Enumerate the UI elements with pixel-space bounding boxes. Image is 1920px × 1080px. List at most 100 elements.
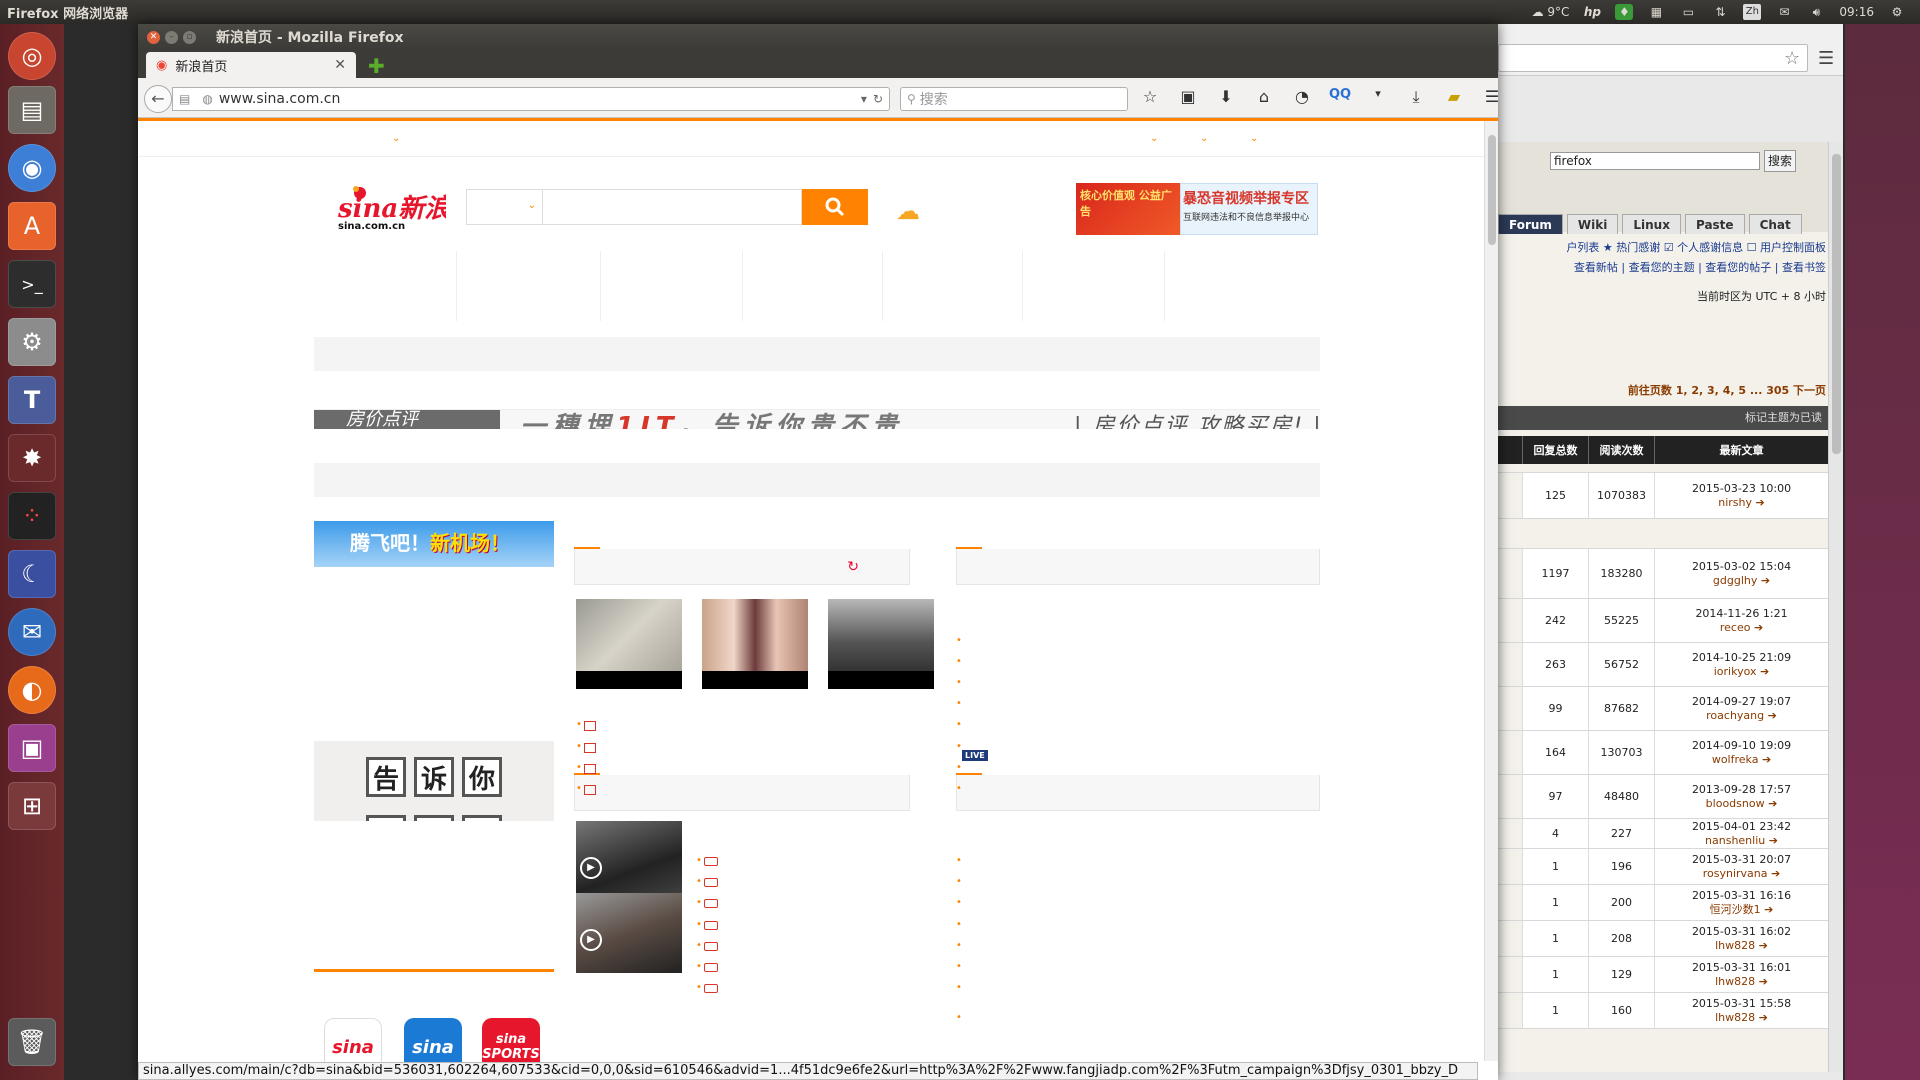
firefox-icon[interactable]: ◐ bbox=[8, 666, 56, 714]
weather-cloud-icon[interactable]: ☁ bbox=[896, 197, 920, 225]
maximize-window-icon[interactable]: ▫ bbox=[183, 30, 196, 44]
tab-paste[interactable]: Paste bbox=[1684, 214, 1745, 234]
goto-post-icon[interactable]: ➔ bbox=[1768, 709, 1777, 722]
close-window-icon[interactable]: ✕ bbox=[147, 30, 160, 44]
tab-linux[interactable]: Linux bbox=[1622, 214, 1681, 234]
photo-icon[interactable] bbox=[584, 764, 596, 774]
scrollbar-thumb[interactable] bbox=[1832, 154, 1841, 454]
update-icon[interactable]: ♦ bbox=[1615, 4, 1634, 20]
text-editor-icon[interactable]: T bbox=[8, 376, 56, 424]
goto-post-icon[interactable]: ➔ bbox=[1759, 975, 1768, 988]
video-icon[interactable] bbox=[704, 878, 718, 887]
power-gear-icon[interactable]: ⚙ bbox=[1888, 4, 1906, 20]
table-row[interactable]: 1 196 2015-03-31 20:07 rosynirvana ➔ bbox=[1498, 849, 1828, 885]
table-row[interactable]: 1 160 2015-03-31 15:58 lhw828 ➔ bbox=[1498, 993, 1828, 1029]
sina-logo[interactable]: sina新浪网 sina.com.cn bbox=[334, 183, 446, 233]
tab-wiki[interactable]: Wiki bbox=[1566, 214, 1619, 234]
latest-post-author[interactable]: gdgglhy ➔ bbox=[1713, 574, 1770, 588]
table-row[interactable]: 99 87682 2014-09-27 19:07 roachyang ➔ bbox=[1498, 687, 1828, 731]
latest-post-author[interactable]: lhw828 ➔ bbox=[1715, 975, 1768, 989]
chat-icon[interactable]: ◔ bbox=[1290, 87, 1314, 107]
background-browser-window[interactable]: ☆ ☰ firefox 搜索 Forum Wiki Linux Paste Ch… bbox=[1498, 24, 1843, 1080]
volume-icon[interactable]: 🔊︎ bbox=[1807, 4, 1825, 20]
video-thumb[interactable]: ▶ bbox=[576, 821, 682, 901]
qq-icon[interactable]: QQ bbox=[1328, 87, 1352, 107]
search-type-select[interactable]: ⌄ bbox=[466, 189, 542, 225]
video-icon[interactable] bbox=[704, 942, 718, 951]
tab-forum[interactable]: Forum bbox=[1498, 214, 1563, 234]
page-scrollbar[interactable] bbox=[1484, 121, 1498, 1061]
forum-links-line1[interactable]: 户列表 ★ 热门感谢 ☑ 个人感谢信息 ☐ 用户控制面板 bbox=[1498, 238, 1826, 258]
latest-post-author[interactable]: nanshenliu ➔ bbox=[1705, 834, 1778, 848]
goto-post-icon[interactable]: ➔ bbox=[1771, 867, 1780, 880]
url-bar[interactable]: ▤ ◍ www.sina.com.cn ▾ ↻ bbox=[172, 87, 890, 111]
table-row[interactable]: 164 130703 2014-09-10 19:09 wolfreka ➔ bbox=[1498, 731, 1828, 775]
photo-icon[interactable] bbox=[584, 721, 596, 731]
latest-post-author[interactable]: rosynirvana ➔ bbox=[1703, 867, 1780, 881]
table-row[interactable]: 1 200 2015-03-31 16:16 恒河沙数1 ➔ bbox=[1498, 885, 1828, 921]
goto-post-icon[interactable]: ➔ bbox=[1761, 574, 1770, 587]
news-photo-thumb[interactable] bbox=[702, 599, 808, 689]
addon-icon[interactable]: ▰ bbox=[1442, 87, 1466, 107]
bookmark-list-icon[interactable]: ▤ bbox=[179, 92, 190, 106]
latest-post-author[interactable]: bloodsnow ➔ bbox=[1706, 797, 1778, 811]
files-icon[interactable]: ▤ bbox=[8, 86, 56, 134]
input-method-indicator[interactable]: Zh bbox=[1743, 4, 1762, 20]
background-url-bar[interactable] bbox=[1498, 44, 1808, 72]
latest-post-author[interactable]: lhw828 ➔ bbox=[1715, 939, 1768, 953]
goto-post-icon[interactable]: ➔ bbox=[1764, 903, 1773, 916]
news-photo-thumb[interactable] bbox=[576, 599, 682, 689]
system-settings-icon[interactable]: ⚙ bbox=[8, 318, 56, 366]
goto-post-icon[interactable]: ➔ bbox=[1769, 834, 1778, 847]
window-titlebar[interactable]: ✕ – ▫ 新浪首页 - Mozilla Firefox bbox=[138, 24, 1498, 50]
goto-post-icon[interactable]: ➔ bbox=[1762, 753, 1771, 766]
table-row[interactable]: 1197 183280 2015-03-02 15:04 gdgglhy ➔ bbox=[1498, 549, 1828, 599]
reload-icon[interactable]: ↻ bbox=[873, 92, 883, 106]
hp-icon[interactable]: hp bbox=[1583, 4, 1601, 20]
workspace-switcher-icon[interactable]: ⊞ bbox=[8, 782, 56, 830]
scrollbar-thumb[interactable] bbox=[1488, 135, 1496, 245]
table-row[interactable]: 242 55225 2014-11-26 1:21 receo ➔ bbox=[1498, 599, 1828, 643]
video-icon[interactable] bbox=[704, 984, 718, 993]
bookmark-star-icon[interactable]: ☆ bbox=[1138, 87, 1162, 107]
network-tool-icon[interactable]: ✸ bbox=[8, 434, 56, 482]
latest-post-author[interactable]: lhw828 ➔ bbox=[1715, 1011, 1768, 1025]
chevron-down-icon[interactable]: ⌄ bbox=[1250, 133, 1258, 144]
download-icon[interactable]: ⬇ bbox=[1214, 87, 1238, 107]
chevron-down-icon[interactable]: ⌄ bbox=[1200, 133, 1208, 144]
goto-post-icon[interactable]: ➔ bbox=[1759, 939, 1768, 952]
background-scrollbar[interactable] bbox=[1828, 142, 1843, 1072]
table-row[interactable]: 97 48480 2013-09-28 17:57 bloodsnow ➔ bbox=[1498, 775, 1828, 819]
mail-icon[interactable]: ✉ bbox=[1775, 4, 1793, 20]
clock[interactable]: 09:16 bbox=[1839, 5, 1874, 19]
save-icon[interactable]: ⤓ bbox=[1404, 87, 1428, 107]
close-tab-icon[interactable]: ✕ bbox=[334, 57, 346, 73]
goto-post-icon[interactable]: ➔ bbox=[1754, 621, 1763, 634]
new-airport-ad[interactable]: 腾飞吧！新机场！ bbox=[314, 521, 554, 567]
url-text[interactable]: www.sina.com.cn bbox=[219, 91, 861, 107]
dots-app-icon[interactable]: ⁘ bbox=[8, 492, 56, 540]
tell-you-ad[interactable]: 告 诉 你 bbox=[314, 741, 554, 821]
latest-post-author[interactable]: roachyang ➔ bbox=[1706, 709, 1777, 723]
purple-app-icon[interactable]: ▣ bbox=[8, 724, 56, 772]
tab-sina[interactable]: ◉ 新浪首页 ✕ bbox=[146, 52, 356, 78]
reading-list-icon[interactable]: ▣ bbox=[1176, 87, 1200, 107]
refresh-icon[interactable]: ↻ bbox=[847, 559, 859, 575]
sina-search-input[interactable] bbox=[542, 189, 802, 225]
table-row[interactable]: 1 208 2015-03-31 16:02 lhw828 ➔ bbox=[1498, 921, 1828, 957]
sina-search-button[interactable] bbox=[802, 189, 868, 225]
goto-post-icon[interactable]: ➔ bbox=[1768, 797, 1777, 810]
thunderbird-icon[interactable]: ✉ bbox=[8, 608, 56, 656]
chromium-icon[interactable]: ◉ bbox=[8, 144, 56, 192]
video-thumb[interactable]: ▶ bbox=[576, 893, 682, 973]
forum-search-input[interactable]: firefox bbox=[1550, 152, 1760, 170]
forum-links-line2[interactable]: 查看新帖 | 查看您的主题 | 查看您的帖子 | 查看书签 bbox=[1498, 258, 1826, 278]
goto-post-icon[interactable]: ➔ bbox=[1759, 1011, 1768, 1024]
software-center-icon[interactable]: A bbox=[8, 202, 56, 250]
house-price-banner-ad[interactable]: 房价点评 一穗埋1IT。告诉你贵不贵 | 房价点评 攻略买房! | bbox=[314, 409, 1320, 429]
news-photo-thumb[interactable] bbox=[828, 599, 934, 689]
top-right-ad[interactable]: 核心价值观 公益广告 暴恐音视频举报专区 互联网违法和不良信息举报中心 bbox=[1076, 183, 1318, 235]
goto-post-icon[interactable]: ➔ bbox=[1756, 496, 1765, 509]
url-dropdown-icon[interactable]: ▾ bbox=[861, 92, 867, 106]
photo-icon[interactable] bbox=[584, 743, 596, 753]
